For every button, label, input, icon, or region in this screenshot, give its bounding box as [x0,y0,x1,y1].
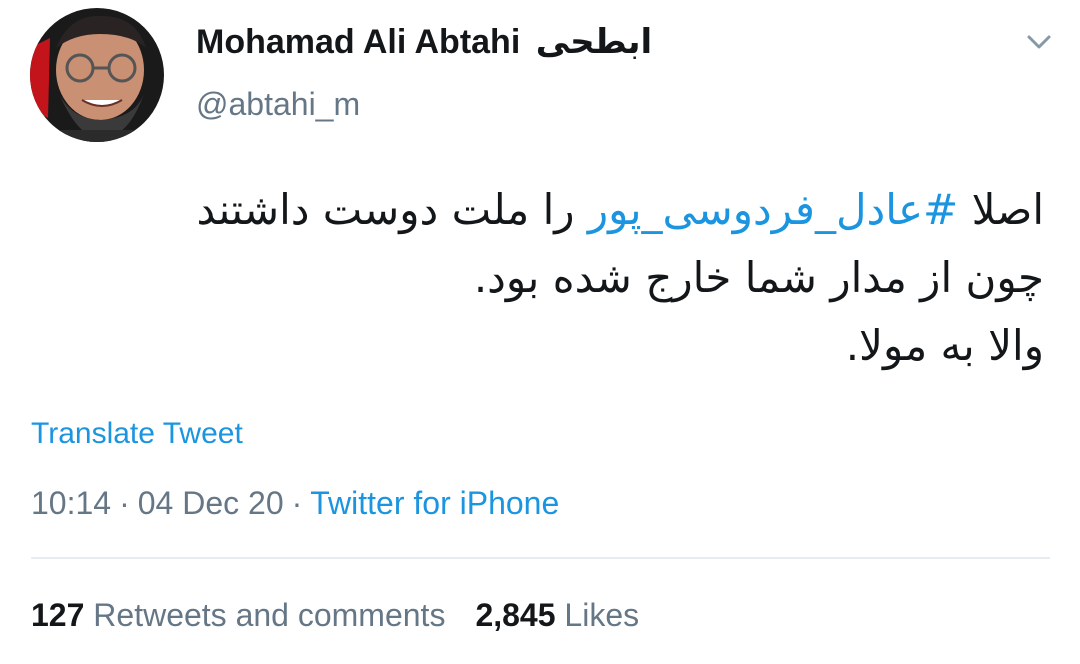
tweet-source-link[interactable]: Twitter for iPhone [310,485,559,521]
tweet-text-line-3: والا به مولا. [845,321,1044,370]
likes-count: 2,845 [475,597,556,633]
divider [31,557,1050,559]
meta-separator: · [119,485,130,521]
retweets-count: 127 [31,597,85,633]
tweet-text-line-2: چون از مدار شما خارج شده بود. [473,253,1044,302]
translate-tweet-link[interactable]: Translate Tweet [31,414,243,454]
tweet-text-line-1: اصلا #عادل_فردوسی_پور را ملت دوست داشتند [44,176,1045,244]
meta-separator: · [291,485,303,521]
author-name-fa: ابطحی [535,23,653,61]
likes-stat[interactable]: 2,845 Likes [475,597,639,633]
tweet-stats: 127 Retweets and comments 2,845 Likes [31,593,639,637]
tweet-time[interactable]: 10:14 [31,485,111,521]
author-name-en: Mohamad Ali Abtahi [196,23,521,61]
chevron-down-icon[interactable] [1024,30,1054,54]
author-handle[interactable]: @abtahi_m [196,82,360,126]
user-avatar-photo [30,8,164,142]
tweet-text-line-1-start: اصلا [958,185,1044,234]
retweets-label: Retweets and comments [93,597,446,633]
tweet-text-line-1-end: را ملت دوست داشتند [196,185,588,234]
author-name[interactable]: Mohamad Ali Abtahi ابطحی [196,20,652,64]
retweets-stat[interactable]: 127 Retweets and comments [31,597,445,633]
tweet-text: اصلا #عادل_فردوسی_پور را ملت دوست داشتند… [44,176,1045,380]
tweet-meta: 10:14 · 04 Dec 20 · Twitter for iPhone [31,482,559,524]
likes-label: Likes [564,597,640,633]
author-avatar[interactable] [30,8,164,142]
hashtag-link[interactable]: #عادل_فردوسی_پور [588,185,958,234]
tweet-date[interactable]: 04 Dec 20 [138,485,284,521]
